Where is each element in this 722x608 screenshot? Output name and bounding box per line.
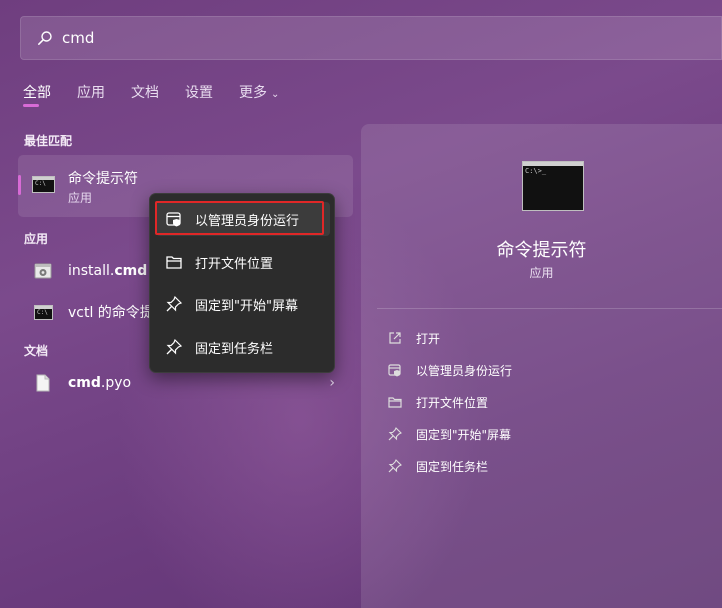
section-documents: 文档 bbox=[24, 344, 49, 358]
section-best-match: 最佳匹配 bbox=[24, 134, 73, 148]
menu-item-pin-to-start[interactable]: 固定到"开始"屏幕 bbox=[156, 287, 330, 321]
folder-icon bbox=[388, 397, 402, 408]
chevron-down-icon: ⌄ bbox=[271, 89, 280, 100]
preview-title: 命令提示符 bbox=[496, 240, 587, 261]
tab-settings[interactable]: 设置 bbox=[185, 82, 213, 108]
highlight-annotation bbox=[155, 201, 324, 235]
filter-tabs: 全部 应用 文档 设置 更多 ⌄ bbox=[23, 82, 305, 108]
action-open-file-location[interactable]: 打开文件位置 bbox=[388, 391, 488, 413]
divider bbox=[377, 308, 722, 309]
pin-icon bbox=[388, 427, 402, 441]
cmd-icon: C:\ bbox=[34, 305, 53, 320]
open-icon bbox=[389, 332, 401, 344]
menu-item-pin-to-taskbar[interactable]: 固定到任务栏 bbox=[156, 330, 330, 364]
tab-more[interactable]: 更多 ⌄ bbox=[239, 82, 279, 108]
pin-icon bbox=[166, 296, 182, 312]
action-open[interactable]: 打开 bbox=[388, 327, 440, 349]
setup-icon bbox=[34, 263, 52, 279]
preview-subtitle: 应用 bbox=[529, 266, 554, 280]
pin-icon bbox=[388, 459, 402, 473]
search-input[interactable] bbox=[62, 29, 662, 47]
best-match-subtitle: 应用 bbox=[68, 191, 93, 205]
best-match-title: 命令提示符 bbox=[68, 171, 138, 187]
selection-accent bbox=[18, 175, 21, 195]
cmd-large-icon: C:\>_ bbox=[522, 161, 584, 211]
file-icon bbox=[36, 374, 50, 392]
search-bar[interactable] bbox=[20, 16, 722, 60]
search-icon bbox=[38, 31, 52, 45]
cmd-icon: C:\ bbox=[32, 176, 55, 193]
preview-panel: C:\>_ 命令提示符 应用 打开 以管理员身份运行 打开文件位置 固定到"开始… bbox=[361, 124, 722, 608]
action-pin-to-start[interactable]: 固定到"开始"屏幕 bbox=[388, 423, 511, 445]
action-run-as-admin[interactable]: 以管理员身份运行 bbox=[388, 359, 512, 381]
tab-documents[interactable]: 文档 bbox=[131, 82, 159, 108]
tab-all[interactable]: 全部 bbox=[23, 82, 51, 108]
section-apps: 应用 bbox=[24, 232, 49, 246]
action-pin-to-taskbar[interactable]: 固定到任务栏 bbox=[388, 455, 488, 477]
folder-icon bbox=[166, 256, 182, 269]
pin-icon bbox=[166, 339, 182, 355]
list-item-label: cmd.pyo bbox=[68, 375, 132, 391]
menu-item-open-file-location[interactable]: 打开文件位置 bbox=[156, 245, 330, 279]
shield-icon bbox=[388, 364, 401, 377]
tab-apps[interactable]: 应用 bbox=[77, 82, 105, 108]
chevron-right-icon[interactable]: › bbox=[329, 375, 335, 391]
list-item-label: vctl 的命令提 bbox=[68, 305, 154, 321]
list-item-label: install.cmd bbox=[68, 263, 148, 279]
